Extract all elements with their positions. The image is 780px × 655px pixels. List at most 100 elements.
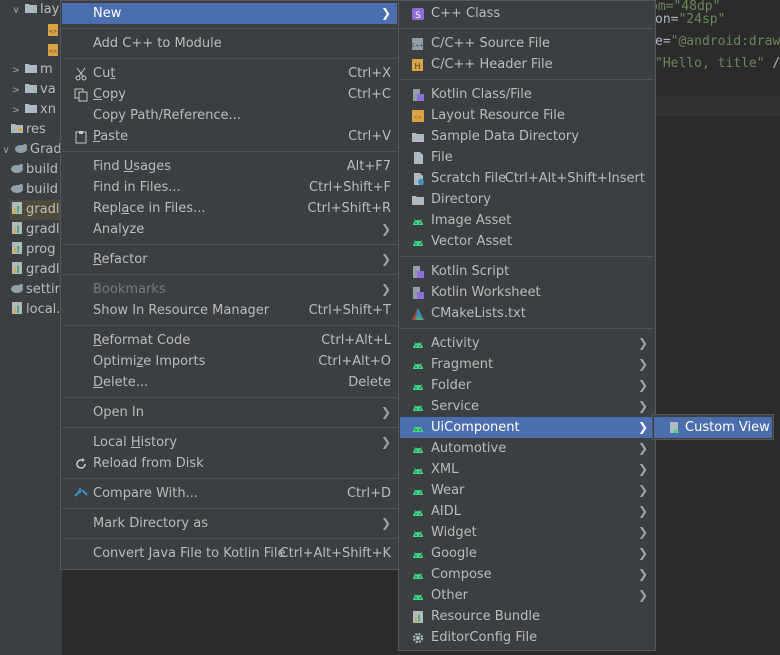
menu-item-mark-directory-as[interactable]: Mark Directory as ❯ [62, 513, 397, 534]
xml-file-icon: <> [46, 43, 59, 56]
chevron-icon[interactable]: > [10, 101, 22, 121]
menu-item-label: Folder [431, 378, 472, 393]
menu-item-show-in-resource-manager[interactable]: Show In Resource Manager Ctrl+Shift+T [62, 300, 397, 321]
menu-item-image-asset[interactable]: Image Asset [400, 210, 654, 231]
chevron-icon[interactable]: > [10, 81, 22, 101]
android-icon [411, 526, 424, 539]
menu-separator [400, 328, 654, 329]
properties-file-icon [10, 221, 23, 234]
menu-item-optimize-imports[interactable]: Optimize Imports Ctrl+Alt+O [62, 351, 397, 372]
menu-item-google[interactable]: Google ❯ [400, 543, 654, 564]
menu-item-activity[interactable]: Activity ❯ [400, 333, 654, 354]
menu-item-reformat-code[interactable]: Reformat Code Ctrl+Alt+L [62, 330, 397, 351]
menu-item-aidl[interactable]: AIDL ❯ [400, 501, 654, 522]
menu-item-find-usages[interactable]: Find Usages Alt+F7 [62, 156, 397, 177]
tree-item[interactable]: ∨ lay [10, 0, 59, 20]
menu-item-resource-bundle[interactable]: Resource Bundle [400, 606, 654, 627]
menu-item-scratch-file[interactable]: Scratch File Ctrl+Alt+Shift+Insert [400, 168, 654, 189]
android-icon [411, 505, 424, 518]
menu-item-label: Vector Asset [431, 234, 513, 249]
menu-item-directory[interactable]: Directory [400, 189, 654, 210]
tree-item[interactable]: prog [10, 240, 56, 260]
menu-item-compare-with[interactable]: Compare With... Ctrl+D [62, 483, 397, 504]
menu-item-local-history[interactable]: Local History ❯ [62, 432, 397, 453]
menu-item-label: Custom View [685, 420, 770, 435]
menu-item-new[interactable]: New ❯ [62, 3, 397, 24]
menu-item-copy[interactable]: Copy Ctrl+C [62, 84, 397, 105]
menu-item-label: UiComponent [431, 420, 520, 435]
menu-item-file[interactable]: File [400, 147, 654, 168]
submenu-arrow-icon: ❯ [637, 441, 648, 455]
tree-item[interactable]: ∨ Gradle S [0, 140, 62, 160]
tree-item[interactable]: local. [10, 300, 60, 320]
menu-item-folder[interactable]: Folder ❯ [400, 375, 654, 396]
shortcut-label: Ctrl+Alt+L [321, 333, 391, 348]
menu-item-compose[interactable]: Compose ❯ [400, 564, 654, 585]
menu-item-uicomponent[interactable]: UiComponent ❯ [400, 417, 654, 438]
menu-item-cut[interactable]: Cut Ctrl+X [62, 63, 397, 84]
menu-item-automotive[interactable]: Automotive ❯ [400, 438, 654, 459]
menu-item-c-c-source-file[interactable]: C++ C/C++ Source File [400, 33, 654, 54]
chevron-icon[interactable]: ∨ [10, 1, 22, 21]
menu-separator [400, 79, 654, 80]
menu-item-service[interactable]: Service ❯ [400, 396, 654, 417]
menu-item-kotlin-class-file[interactable]: Kotlin Class/File [400, 84, 654, 105]
menu-item-label: Kotlin Script [431, 264, 510, 279]
menu-item-sample-data-directory[interactable]: Sample Data Directory [400, 126, 654, 147]
menu-item-replace-in-files[interactable]: Replace in Files... Ctrl+Shift+R [62, 198, 397, 219]
menu-item-reload-from-disk[interactable]: Reload from Disk [62, 453, 397, 474]
menu-item-c-class[interactable]: S C++ Class [400, 3, 654, 24]
menu-item-copy-path-reference[interactable]: Copy Path/Reference... [62, 105, 397, 126]
tree-item[interactable]: > xn [10, 100, 56, 120]
tree-item[interactable]: > m [10, 60, 53, 80]
chevron-icon[interactable]: > [10, 61, 22, 81]
menu-item-fragment[interactable]: Fragment ❯ [400, 354, 654, 375]
submenu-arrow-icon: ❯ [380, 516, 391, 530]
tree-item-label: gradl [26, 262, 60, 277]
xml-file-icon: <> [46, 23, 59, 36]
menu-item-refactor[interactable]: Refactor ❯ [62, 249, 397, 270]
android-icon [411, 379, 424, 392]
menu-item-label: Delete... [93, 375, 149, 390]
tree-item[interactable]: > va [10, 80, 56, 100]
menu-item-paste[interactable]: Paste Ctrl+V [62, 126, 397, 147]
menu-item-kotlin-script[interactable]: Kotlin Script [400, 261, 654, 282]
tree-item[interactable]: build [10, 160, 58, 180]
properties-file-icon [10, 241, 23, 254]
menu-item-other[interactable]: Other ❯ [400, 585, 654, 606]
android-icon [411, 547, 424, 560]
tree-item[interactable]: build [10, 180, 58, 200]
menu-item-custom-view[interactable]: Custom View [654, 417, 772, 438]
shortcut-label: Ctrl+Alt+Shift+Insert [504, 171, 645, 186]
menu-item-delete[interactable]: Delete... Delete [62, 372, 397, 393]
menu-item-c-c-header-file[interactable]: H C/C++ Header File [400, 54, 654, 75]
menu-item-add-c-to-module[interactable]: Add C++ to Module [62, 33, 397, 54]
shortcut-label: Ctrl+Alt+O [318, 354, 391, 369]
menu-item-vector-asset[interactable]: Vector Asset [400, 231, 654, 252]
menu-item-bookmarks: Bookmarks ❯ [62, 279, 397, 300]
menu-item-open-in[interactable]: Open In ❯ [62, 402, 397, 423]
menu-item-convert-java-file-to-kotlin-file[interactable]: Convert Java File to Kotlin File Ctrl+Alt… [62, 543, 397, 564]
folder-icon [24, 1, 37, 13]
menu-item-cmakelists-txt[interactable]: CMakeLists.txt [400, 303, 654, 324]
menu-item-label: Copy Path/Reference... [93, 108, 241, 123]
menu-item-xml[interactable]: XML ❯ [400, 459, 654, 480]
menu-item-widget[interactable]: Widget ❯ [400, 522, 654, 543]
menu-item-analyze[interactable]: Analyze ❯ [62, 219, 397, 240]
menu-item-editorconfig-file[interactable]: EditorConfig File [400, 627, 654, 648]
menu-item-label: Show In Resource Manager [93, 303, 270, 318]
menu-separator [62, 151, 397, 152]
tree-item-label: va [40, 82, 56, 97]
tree-item[interactable]: res [10, 120, 46, 140]
chevron-icon[interactable]: ∨ [0, 141, 12, 161]
tree-item[interactable]: settin [10, 280, 62, 300]
tree-item[interactable]: gradl [10, 200, 62, 220]
menu-item-find-in-files[interactable]: Find in Files... Ctrl+Shift+F [62, 177, 397, 198]
tree-item[interactable]: gradl [10, 220, 59, 240]
menu-item-label: Scratch File [431, 171, 507, 186]
menu-item-kotlin-worksheet[interactable]: Kotlin Worksheet [400, 282, 654, 303]
menu-item-wear[interactable]: Wear ❯ [400, 480, 654, 501]
scratch-file-icon [411, 172, 424, 185]
tree-item[interactable]: gradl [10, 260, 59, 280]
menu-item-layout-resource-file[interactable]: <> Layout Resource File [400, 105, 654, 126]
